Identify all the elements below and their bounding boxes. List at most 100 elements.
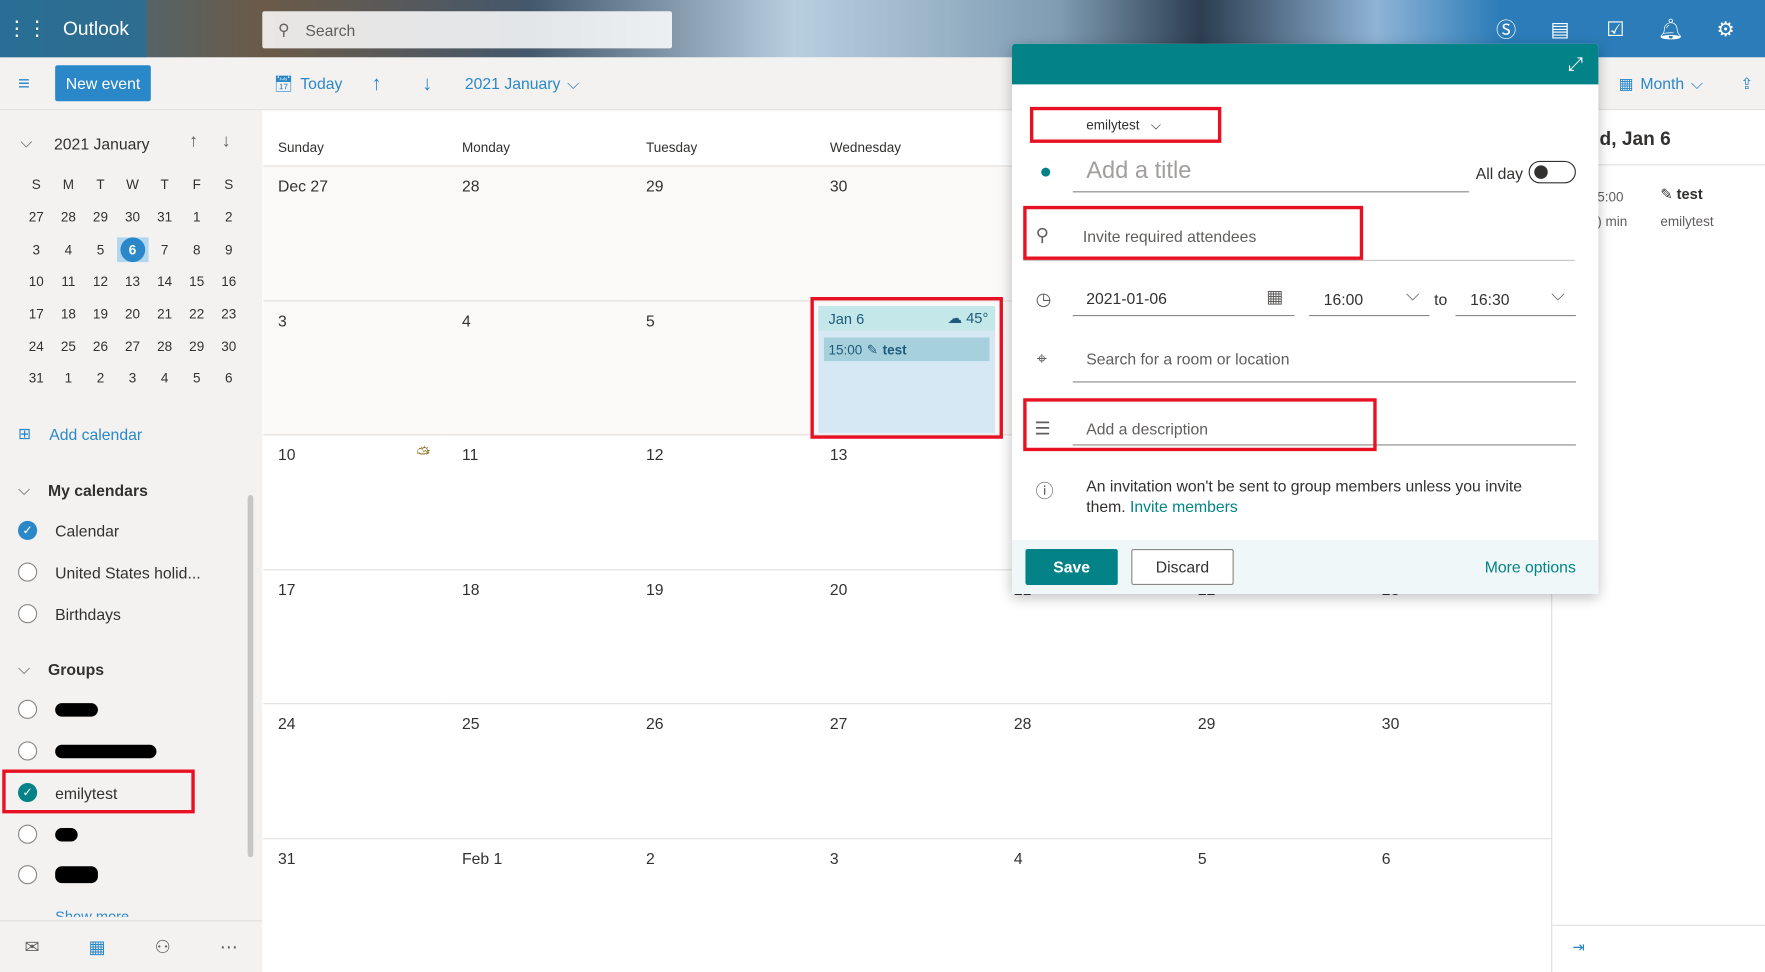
day-cell[interactable]: 11 [447,434,632,569]
mini-day[interactable]: 27 [117,338,149,354]
invite-members-link[interactable]: Invite members [1130,497,1238,515]
day-cell[interactable]: 6 [1367,837,1552,972]
day-cell[interactable]: Dec 27 [263,165,448,300]
group-item[interactable] [18,865,98,885]
day-cell[interactable]: 5 [1183,837,1368,972]
mini-day[interactable]: 4 [149,371,181,387]
mini-day[interactable]: 9 [213,242,245,258]
day-cell[interactable]: 18 [447,568,632,704]
todo-icon[interactable]: ☑ [1596,11,1634,47]
mini-day[interactable]: 3 [20,242,52,258]
day-cell[interactable]: 2 [631,837,816,972]
day-cell[interactable]: 20 [815,568,1000,704]
more-options-link[interactable]: More options [1485,558,1576,576]
next-arrow-icon[interactable]: ↓ [422,70,432,97]
mini-day[interactable]: 10 [20,274,52,290]
collapse-pane-icon[interactable]: ⇥ [1573,938,1585,956]
mini-prev-icon[interactable]: ↑ [189,132,198,152]
day-cell[interactable]: 28 [447,165,632,300]
mini-day[interactable]: 8 [181,242,213,258]
day-cell[interactable]: 3 [263,299,448,435]
day-cell[interactable]: 28 [999,703,1184,838]
app-launcher-icon[interactable]: ⋮⋮ [0,17,54,41]
date-picker-icon[interactable]: ▦ [1266,286,1283,309]
app-name[interactable]: Outlook [63,17,129,40]
calendar-item[interactable]: Birthdays [18,604,121,624]
group-item[interactable] [18,699,98,719]
skype-icon[interactable]: Ⓢ [1487,11,1525,47]
hamburger-icon[interactable]: ≡ [18,72,30,96]
day-cell[interactable]: 31 [263,837,448,972]
day-cell[interactable]: 25 [447,703,632,838]
day-cell[interactable]: 13 [815,434,1000,569]
day-cell[interactable]: 5 [631,299,816,435]
search-input[interactable]: ⚲ Search [262,11,673,49]
title-input[interactable]: Add a title [1086,158,1191,185]
day-cell[interactable]: 27 [815,703,1000,838]
mini-day[interactable]: 6 [213,371,245,387]
mini-day[interactable]: 28 [52,209,84,225]
mini-day[interactable]: 11 [52,274,84,290]
mini-day[interactable]: 14 [149,274,181,290]
add-calendar-link[interactable]: ⊞ Add calendar [18,424,142,443]
mini-day[interactable]: 24 [20,338,52,354]
mini-day[interactable]: 20 [117,306,149,322]
mini-day[interactable]: 17 [20,306,52,322]
day-cell[interactable]: 4 [999,837,1184,972]
mini-day[interactable]: 2 [213,209,245,225]
mini-day[interactable]: 27 [20,209,52,225]
more-icon[interactable]: ⋯ [220,935,238,958]
end-time-select[interactable]: 16:30 [1470,290,1509,308]
day-cell[interactable]: 17 [263,568,448,704]
mini-day[interactable]: 4 [52,242,84,258]
start-time-select[interactable]: 16:00 [1324,290,1363,308]
day-cell[interactable]: 3 [815,837,1000,972]
mini-day[interactable]: 22 [181,306,213,322]
mini-day[interactable]: 30 [213,338,245,354]
gear-icon[interactable]: ⚙ [1706,11,1744,47]
group-item[interactable] [18,824,78,844]
new-event-button[interactable]: New event [55,65,151,102]
mini-day[interactable]: 29 [181,338,213,354]
mini-day[interactable]: 3 [117,371,149,387]
mini-day[interactable]: 28 [149,338,181,354]
mini-day[interactable]: 29 [84,209,116,225]
mini-day[interactable]: 19 [84,306,116,322]
mini-day[interactable]: 26 [84,338,116,354]
mini-day[interactable]: 21 [149,306,181,322]
day-cell[interactable]: Feb 1 [447,837,632,972]
save-button[interactable]: Save [1025,549,1118,585]
share-icon[interactable]: ⇪ [1740,70,1753,97]
group-item[interactable] [18,741,157,761]
calendar-icon[interactable]: ▦ [89,935,106,958]
today-button[interactable]: 📅︎ Today [274,70,343,97]
chevron-down-icon[interactable]: ⌵ [1406,286,1420,306]
mini-day-selected[interactable]: 6 [116,237,149,262]
location-input[interactable]: Search for a room or location [1086,350,1289,368]
mini-day[interactable]: 15 [181,274,213,290]
view-switcher[interactable]: ▦ Month ⌵ [1619,70,1703,97]
discard-button[interactable]: Discard [1131,549,1234,585]
day-cell[interactable]: 26 [631,703,816,838]
sidebar-scrollbar[interactable] [247,495,254,858]
all-day-toggle[interactable] [1528,160,1576,184]
day-cell[interactable]: 30 [1367,703,1552,838]
day-cell[interactable]: 29 [631,165,816,300]
mini-day[interactable]: 31 [20,371,52,387]
mini-day[interactable]: 1 [52,371,84,387]
collapse-chevron-icon[interactable]: ⌵ [20,133,32,152]
calendar-item[interactable]: ✓ Calendar [18,520,119,540]
bell-icon[interactable]: 🔔︎ [1651,11,1689,47]
mini-day[interactable]: 13 [117,274,149,290]
day-cell[interactable]: 19 [631,568,816,704]
agenda-event[interactable]: ✎ test [1660,186,1702,204]
groups-header[interactable]: ⌵ Groups [18,659,104,678]
people-icon[interactable]: ⚇ [155,935,171,958]
previous-arrow-icon[interactable]: ↑ [371,70,381,97]
show-more-link[interactable]: Show more [55,908,129,917]
mini-day[interactable]: 30 [117,209,149,225]
mini-day[interactable]: 12 [84,274,116,290]
mini-day[interactable]: 16 [213,274,245,290]
mini-day[interactable]: 2 [84,371,116,387]
calendar-item[interactable]: United States holid... [18,562,201,582]
